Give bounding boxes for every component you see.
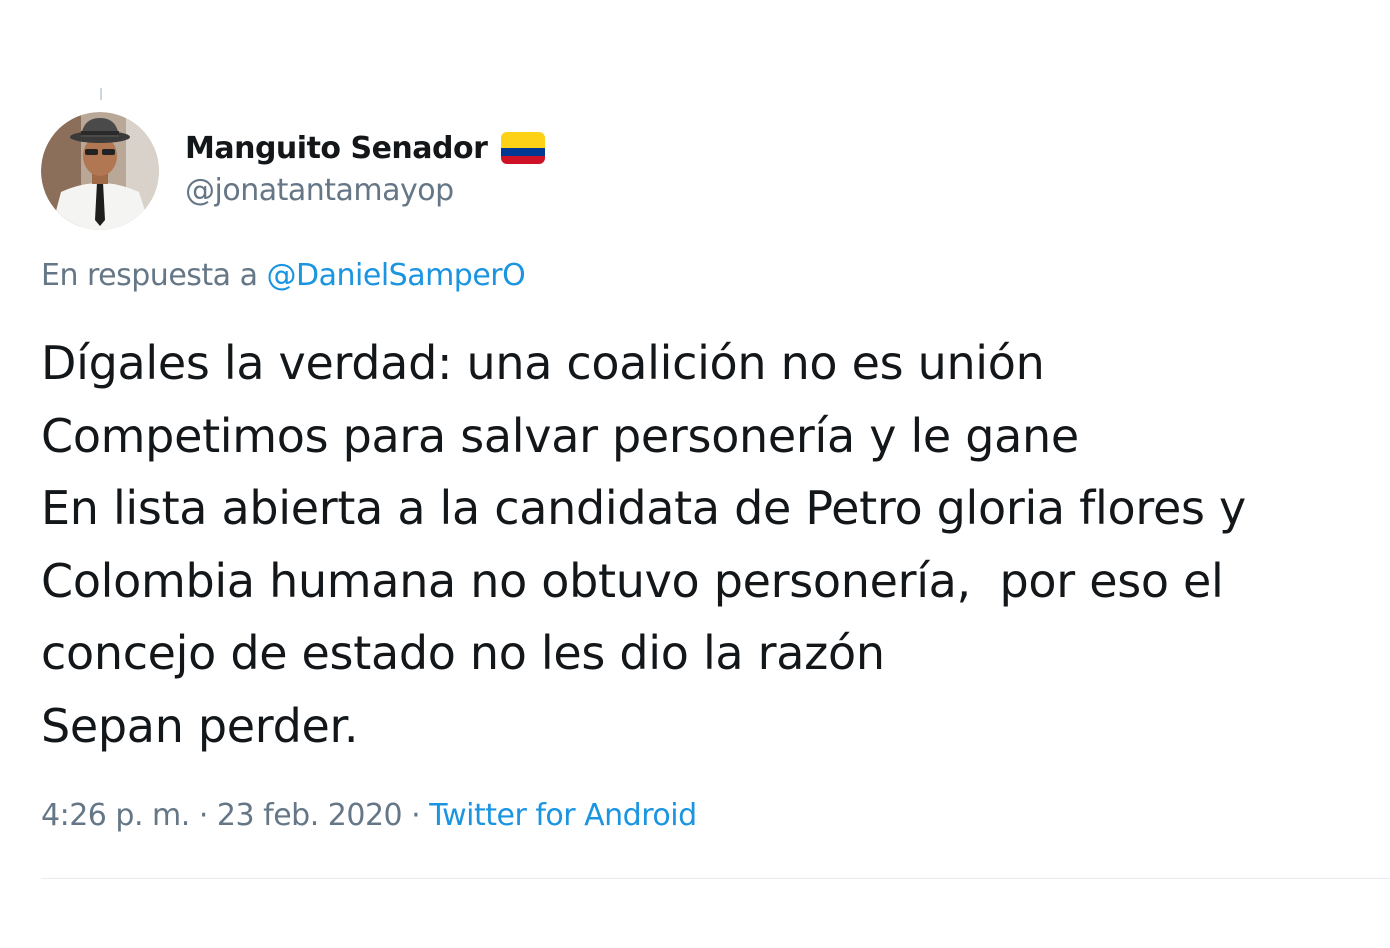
reply-context: En respuesta a @DanielSamperO — [41, 258, 526, 293]
tweet-metadata: 4:26 p. m. · 23 feb. 2020 · Twitter for … — [41, 798, 697, 833]
colombia-flag-icon — [501, 132, 546, 164]
avatar[interactable] — [41, 112, 159, 230]
tweet-text-line: concejo de estado no les dio la razón — [41, 626, 885, 680]
name-row: Manguito Senador — [185, 126, 546, 170]
tweet-time: 4:26 p. m. — [41, 798, 190, 833]
divider — [41, 878, 1390, 879]
tweet-source-link[interactable]: Twitter for Android — [429, 798, 697, 833]
tweet-text-line: Dígales la verdad: una coalición no es u… — [41, 336, 1045, 390]
tweet-card: Manguito Senador @jonatantamayop En resp… — [0, 0, 1390, 948]
tweet-text: Dígales la verdad: una coalición no es u… — [41, 327, 1371, 762]
meta-separator: · — [198, 798, 209, 833]
tweet-time-link[interactable]: 4:26 p. m. · 23 feb. 2020 — [41, 798, 403, 833]
tweet-header: Manguito Senador @jonatantamayop — [185, 126, 546, 208]
tweet-text-line: Colombia humana no obtuvo personería, po… — [41, 553, 1224, 608]
tweet-date: 23 feb. 2020 — [216, 798, 403, 833]
reply-mention-link[interactable]: @DanielSamperO — [267, 258, 526, 293]
author-display-name[interactable]: Manguito Senador — [185, 131, 488, 166]
tweet-text-line: En lista abierta a la candidata de Petro… — [41, 481, 1246, 535]
thread-connector-line — [100, 88, 102, 100]
tweet-text-line: Competimos para salvar personería y le g… — [41, 408, 1079, 463]
meta-separator: · — [411, 798, 421, 833]
reply-prefix: En respuesta a — [41, 258, 258, 293]
tweet-text-line: Sepan perder. — [41, 698, 359, 753]
author-handle[interactable]: @jonatantamayop — [185, 173, 545, 208]
avatar-image — [41, 112, 159, 230]
